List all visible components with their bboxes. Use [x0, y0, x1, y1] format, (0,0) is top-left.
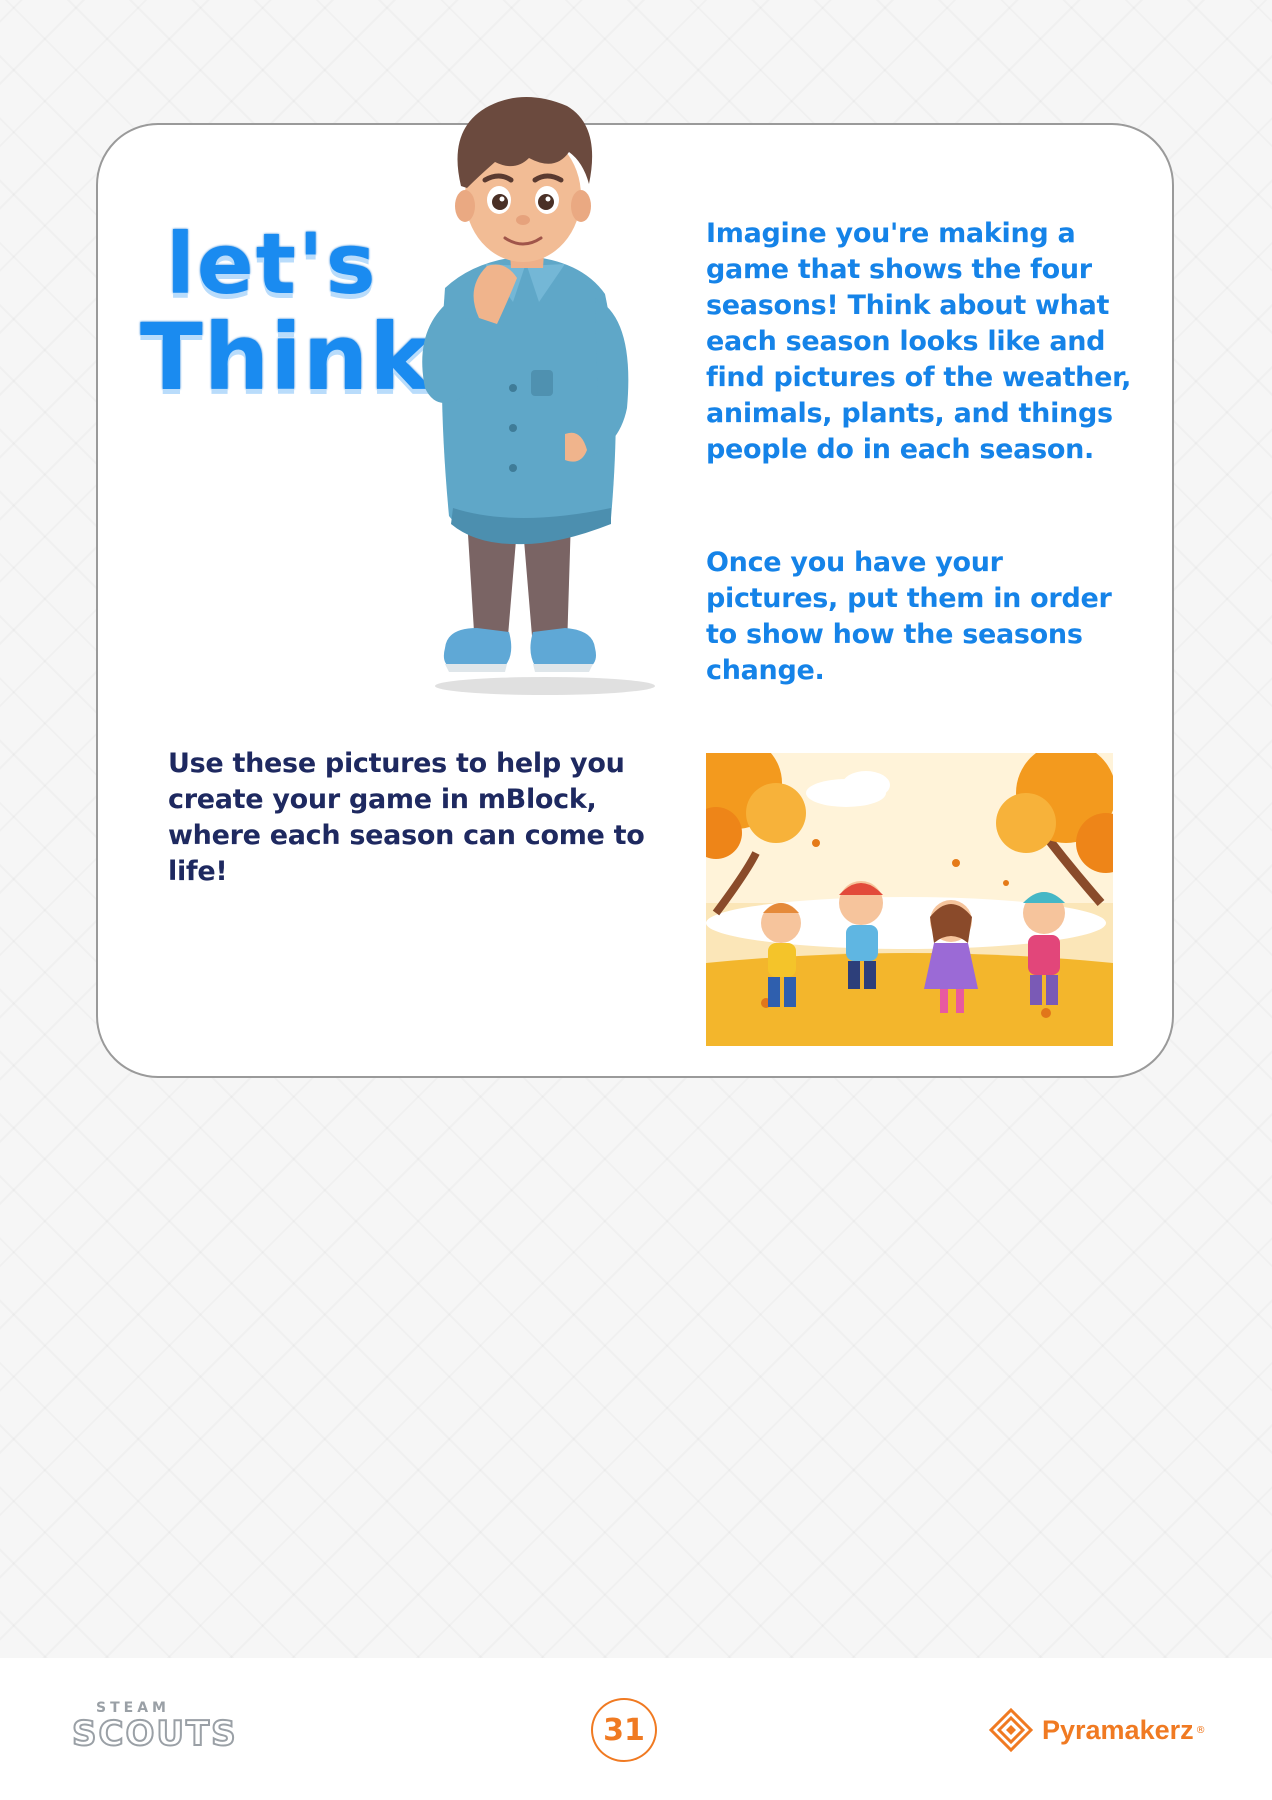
paragraph-order: Once you have your pictures, put them in… — [706, 547, 1112, 686]
brand-registered-mark: ® — [1195, 1724, 1206, 1736]
title-lets: let's — [166, 215, 378, 313]
boy-character-illustration — [422, 97, 655, 695]
paragraph-mblock: Use these pictures to help you create yo… — [168, 748, 645, 887]
pyramakerz-logo-icon — [988, 1707, 1034, 1753]
page-number: 31 — [591, 1698, 657, 1762]
title-think: Think — [140, 304, 432, 411]
pyramakerz-brand: Pyramakerz ® — [988, 1705, 1206, 1755]
steam-scouts-logo: STEAM SCOUTS — [71, 1700, 237, 1755]
logo-scouts-text: SCOUTS — [71, 1713, 238, 1755]
brand-name: Pyramakerz — [1042, 1714, 1194, 1745]
paragraph-imagine: Imagine you're making a game that shows … — [706, 218, 1132, 465]
autumn-kids-illustration — [706, 753, 1113, 1046]
